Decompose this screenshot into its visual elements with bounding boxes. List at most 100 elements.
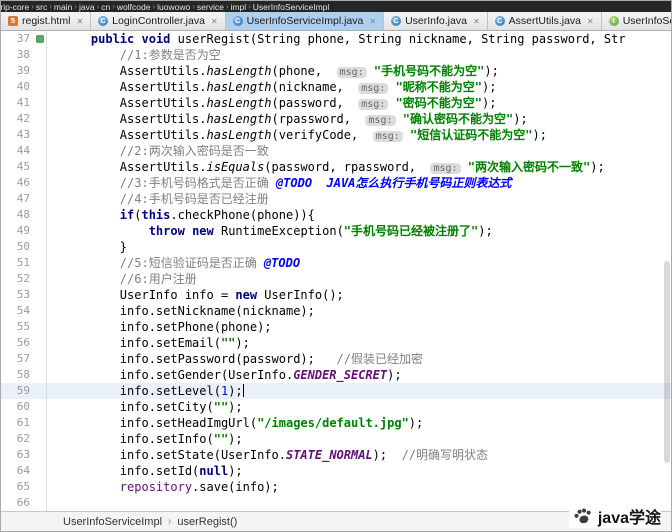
line-number[interactable]: 59 (17, 383, 33, 399)
code-text[interactable]: AssertUtils.hasLength(nickname, msg: "昵称… (47, 79, 671, 95)
close-icon[interactable]: ✕ (76, 17, 83, 26)
code-line[interactable]: 49 throw new RuntimeException("手机号码已经被注册… (1, 223, 671, 239)
line-number[interactable]: 57 (17, 351, 33, 367)
code-text[interactable]: info.setState(UserInfo.STATE_NORMAL); //… (47, 447, 671, 463)
line-number[interactable]: 58 (17, 367, 33, 383)
line-number[interactable]: 55 (17, 319, 33, 335)
code-line[interactable]: 62 info.setInfo(""); (1, 431, 671, 447)
code-line[interactable]: 50 } (1, 239, 671, 255)
editor-tab[interactable]: C UserInfo.java ✕ (384, 12, 488, 30)
line-number[interactable]: 49 (17, 223, 33, 239)
code-line[interactable]: 48 if(this.checkPhone(phone)){ (1, 207, 671, 223)
code-text[interactable]: AssertUtils.hasLength(phone, msg: "手机号码不… (47, 63, 671, 79)
line-number[interactable]: 54 (17, 303, 33, 319)
nav-breadcrumb-item[interactable]: luowowo (157, 2, 190, 12)
scrollbar-thumb[interactable] (664, 261, 670, 463)
line-number[interactable]: 65 (17, 479, 33, 495)
editor-tab[interactable]: C UserInfoServiceImpl.java ✕ (225, 12, 385, 30)
line-number[interactable]: 52 (17, 271, 33, 287)
code-text[interactable]: info.setLevel(1); (47, 383, 671, 399)
gutter[interactable]: 56 (1, 335, 47, 351)
code-text[interactable]: info.setGender(UserInfo.GENDER_SECRET); (47, 367, 671, 383)
gutter[interactable]: 57 (1, 351, 47, 367)
gutter[interactable]: 52 (1, 271, 47, 287)
code-text[interactable]: //1:参数是否为空 (47, 47, 671, 63)
vertical-scrollbar[interactable] (662, 31, 671, 511)
code-line[interactable]: 61 info.setHeadImgUrl("/images/default.j… (1, 415, 671, 431)
close-icon[interactable]: ✕ (211, 17, 218, 26)
gutter[interactable]: 43 (1, 127, 47, 143)
code-line[interactable]: 41 AssertUtils.hasLength(password, msg: … (1, 95, 671, 111)
editor-tab[interactable]: C AssertUtils.java ✕ (487, 12, 602, 30)
code-line[interactable]: 37 public void userRegist(String phone, … (1, 31, 671, 47)
code-text[interactable]: info.setPhone(phone); (47, 319, 671, 335)
nav-breadcrumb-item[interactable]: UserInfoServiceImpl (253, 2, 330, 12)
code-editor[interactable]: 37 public void userRegist(String phone, … (1, 31, 671, 511)
code-line[interactable]: 42 AssertUtils.hasLength(rpassword, msg:… (1, 111, 671, 127)
line-number[interactable]: 37 (17, 31, 33, 47)
code-text[interactable]: //3:手机号码格式是否正确 @TODO JAVA怎么执行手机号码正则表达式 (47, 175, 671, 191)
gutter[interactable]: 59 (1, 383, 47, 399)
gutter[interactable]: 51 (1, 255, 47, 271)
gutter[interactable]: 63 (1, 447, 47, 463)
line-number[interactable]: 63 (17, 447, 33, 463)
code-text[interactable]: } (47, 239, 671, 255)
line-number[interactable]: 41 (17, 95, 33, 111)
code-text[interactable]: AssertUtils.hasLength(password, msg: "密码… (47, 95, 671, 111)
line-number[interactable]: 43 (17, 127, 33, 143)
breadcrumb-class[interactable]: UserInfoServiceImpl (63, 516, 162, 528)
code-line[interactable]: 46 //3:手机号码格式是否正确 @TODO JAVA怎么执行手机号码正则表达… (1, 175, 671, 191)
line-number[interactable]: 38 (17, 47, 33, 63)
code-line[interactable]: 56 info.setEmail(""); (1, 335, 671, 351)
gutter[interactable]: 53 (1, 287, 47, 303)
gutter[interactable]: 66 (1, 495, 47, 511)
nav-breadcrumb-item[interactable]: impl (231, 2, 247, 12)
code-text[interactable]: repository.save(info); (47, 479, 671, 495)
code-text[interactable]: info.setHeadImgUrl("/images/default.jpg"… (47, 415, 671, 431)
line-number[interactable]: 51 (17, 255, 33, 271)
code-line[interactable]: 60 info.setCity(""); (1, 399, 671, 415)
gutter[interactable]: 49 (1, 223, 47, 239)
gutter[interactable]: 65 (1, 479, 47, 495)
gutter[interactable]: 50 (1, 239, 47, 255)
line-number[interactable]: 56 (17, 335, 33, 351)
line-number[interactable]: 60 (17, 399, 33, 415)
nav-breadcrumb-item[interactable]: cn (101, 2, 110, 12)
line-number[interactable]: 62 (17, 431, 33, 447)
breadcrumb-method[interactable]: userRegist() (177, 516, 237, 528)
code-text[interactable]: UserInfo info = new UserInfo(); (47, 287, 671, 303)
code-line[interactable]: 39 AssertUtils.hasLength(phone, msg: "手机… (1, 63, 671, 79)
code-line[interactable]: 59 info.setLevel(1); (1, 383, 671, 399)
line-number[interactable]: 47 (17, 191, 33, 207)
code-line[interactable]: 58 info.setGender(UserInfo.GENDER_SECRET… (1, 367, 671, 383)
code-line[interactable]: 45 AssertUtils.isEquals(password, rpassw… (1, 159, 671, 175)
gutter[interactable]: 46 (1, 175, 47, 191)
nav-breadcrumb-item[interactable]: wolfcode (117, 2, 151, 12)
code-text[interactable]: //4:手机号码是否已经注册 (47, 191, 671, 207)
line-number[interactable]: 48 (17, 207, 33, 223)
code-line[interactable]: 65 repository.save(info); (1, 479, 671, 495)
code-line[interactable]: 51 //5:短信验证码是否正确 @TODO (1, 255, 671, 271)
gutter[interactable]: 40 (1, 79, 47, 95)
gutter[interactable]: 58 (1, 367, 47, 383)
editor-tab[interactable]: 5 regist.html ✕ (1, 12, 92, 30)
nav-breadcrumb-item[interactable]: src (36, 2, 47, 12)
code-text[interactable]: info.setCity(""); (47, 399, 671, 415)
gutter[interactable]: 55 (1, 319, 47, 335)
gutter[interactable]: 41 (1, 95, 47, 111)
code-text[interactable]: info.setId(null); (47, 463, 671, 479)
gutter[interactable]: 60 (1, 399, 47, 415)
nav-breadcrumb-item[interactable]: java (79, 2, 95, 12)
code-text[interactable]: info.setPassword(password); //假装已经加密 (47, 351, 671, 367)
line-number[interactable]: 39 (17, 63, 33, 79)
gutter[interactable]: 37 (1, 31, 47, 47)
line-number[interactable]: 40 (17, 79, 33, 95)
code-line[interactable]: 47 //4:手机号码是否已经注册 (1, 191, 671, 207)
editor-tab[interactable]: IUserInfoService.java✕ (601, 12, 671, 30)
gutter[interactable]: 61 (1, 415, 47, 431)
code-line[interactable]: 38 //1:参数是否为空 (1, 47, 671, 63)
editor-tab[interactable]: C LoginController.java ✕ (91, 12, 226, 30)
code-line[interactable]: 52 //6:用户注册 (1, 271, 671, 287)
close-icon[interactable]: ✕ (587, 17, 594, 26)
code-line[interactable]: 55 info.setPhone(phone); (1, 319, 671, 335)
